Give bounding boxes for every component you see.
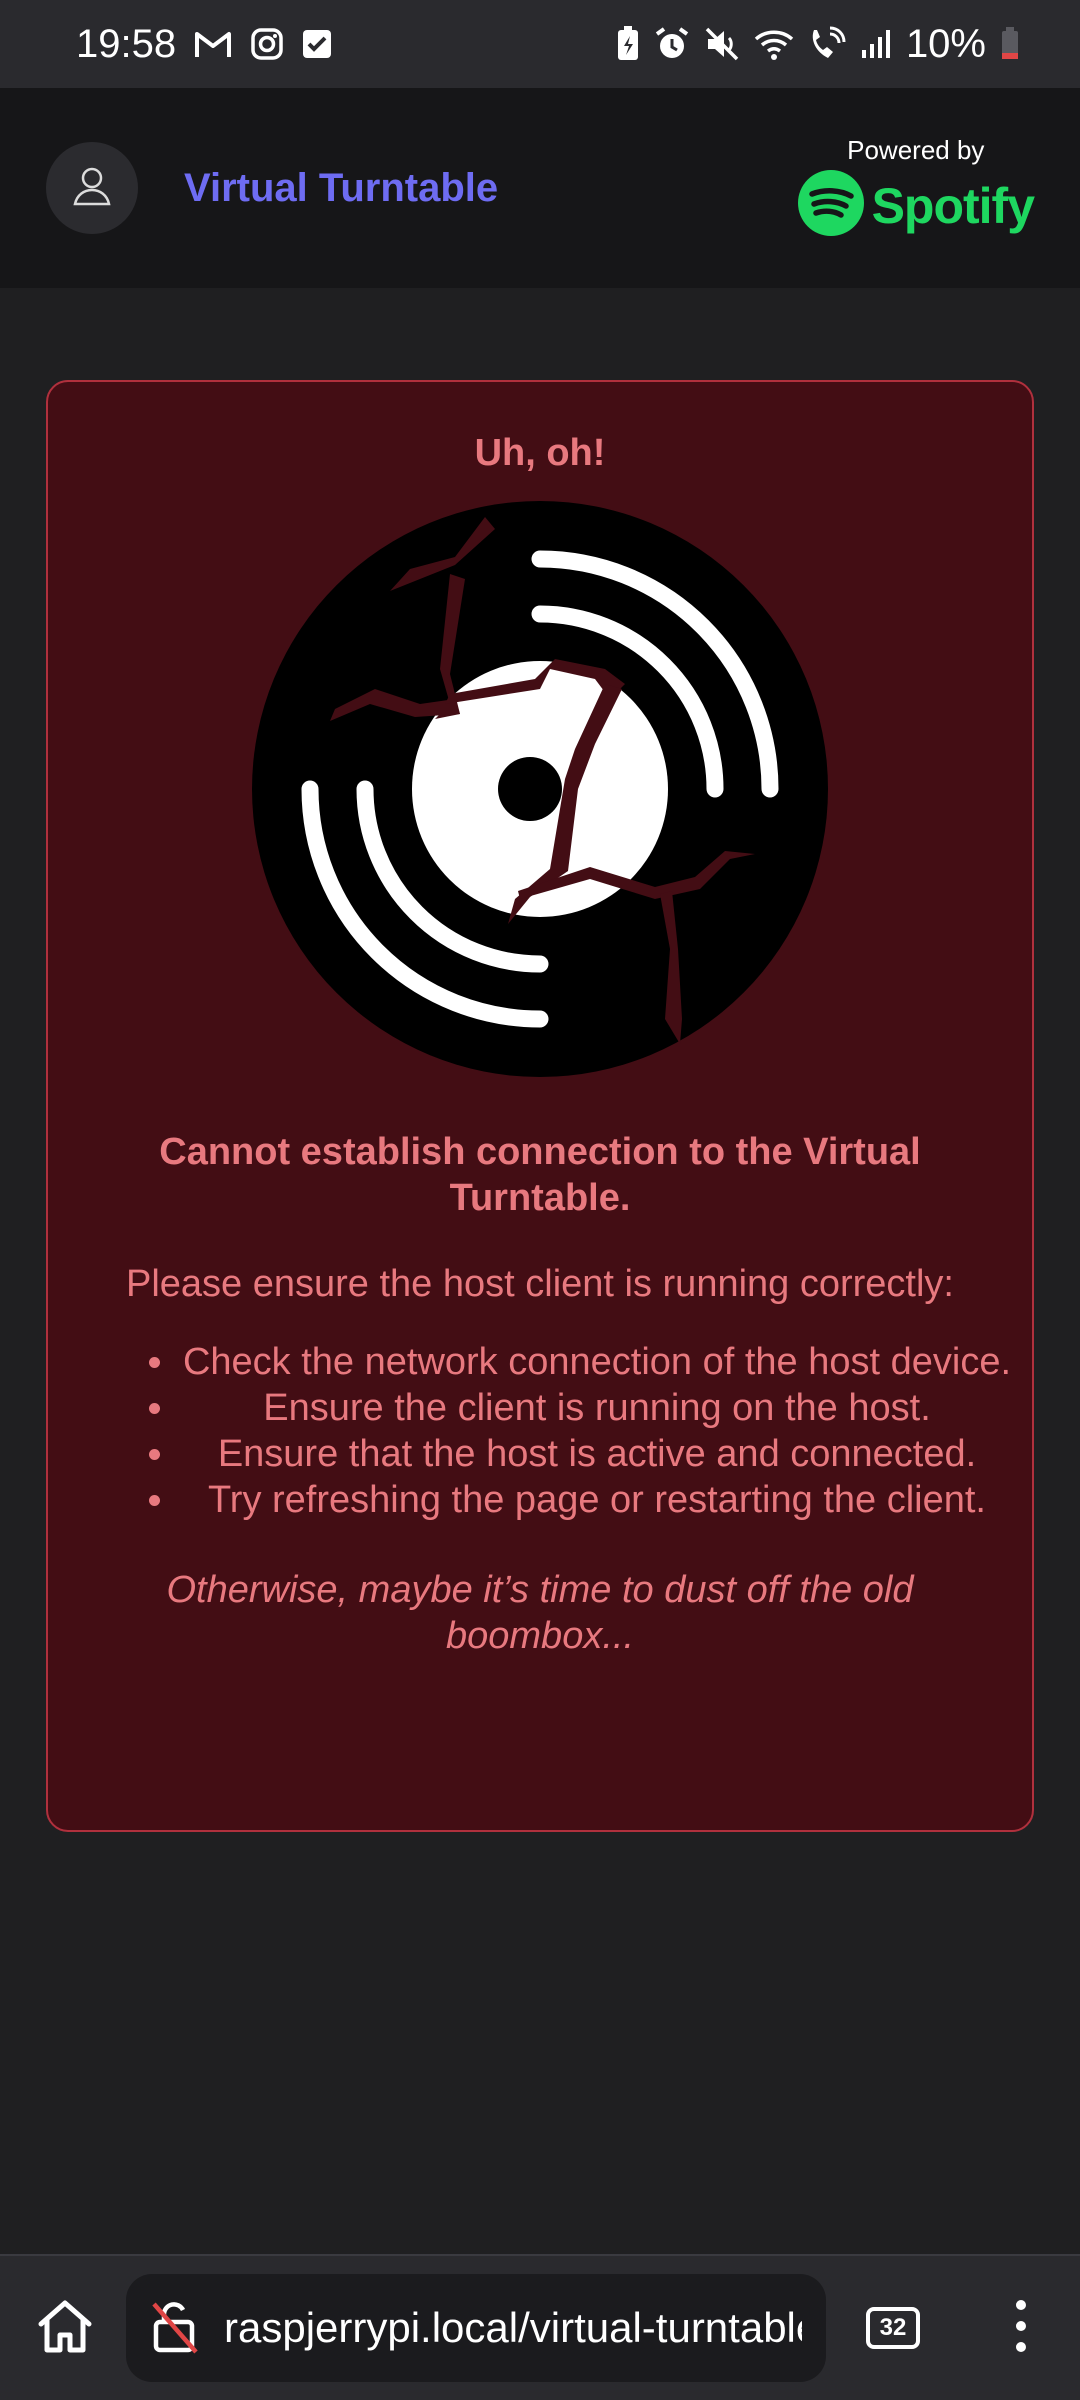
browser-toolbar: raspjerrypi.local/virtual-turntable 32 <box>0 2254 1080 2400</box>
list-item: Ensure that the host is active and conne… <box>178 1431 1036 1477</box>
spotify-logo: Spotify <box>797 170 1035 241</box>
wifi-icon <box>754 27 794 61</box>
user-avatar-button[interactable] <box>46 142 138 234</box>
error-card: Uh, oh! Cannot establish connection to t… <box>46 380 1034 1832</box>
spotify-wordmark: Spotify <box>871 177 1035 234</box>
kebab-menu-icon <box>1014 2299 1028 2358</box>
battery-saver-icon <box>616 26 640 62</box>
error-heading: Uh, oh! <box>474 432 606 474</box>
alarm-icon <box>654 26 690 62</box>
url-text: raspjerrypi.local/virtual-turntable <box>224 2304 802 2351</box>
tab-switcher-button[interactable]: 32 <box>866 2307 920 2349</box>
list-item: Ensure the client is running on the host… <box>178 1385 1036 1431</box>
battery-percent: 10% <box>905 21 986 66</box>
instagram-icon <box>250 27 284 61</box>
app-header: Virtual Turntable Powered by Spotify <box>0 88 1080 288</box>
broken-record-icon <box>252 501 828 1077</box>
gmail-icon <box>194 29 232 59</box>
home-icon <box>36 2298 94 2359</box>
address-bar[interactable]: raspjerrypi.local/virtual-turntable <box>126 2274 826 2382</box>
spotify-icon <box>797 170 864 241</box>
error-title: Cannot establish connection to the Virtu… <box>159 1131 921 1219</box>
error-footer: Otherwise, maybe it’s time to dust off t… <box>166 1569 914 1657</box>
error-intro: Please ensure the host client is running… <box>126 1263 954 1305</box>
mute-icon <box>704 26 740 62</box>
list-item: Check the network connection of the host… <box>178 1339 1036 1385</box>
wifi-calling-icon <box>808 26 846 62</box>
status-time: 19:58 <box>76 21 177 66</box>
home-button[interactable] <box>30 2293 100 2363</box>
list-item: Try refreshing the page or restarting th… <box>178 1477 1036 1523</box>
more-options-button[interactable] <box>1006 2293 1036 2363</box>
powered-by-label: Powered by <box>847 135 985 165</box>
battery-low-icon <box>1000 27 1020 61</box>
status-bar: 19:58 10% <box>0 0 1080 88</box>
troubleshooting-list: Check the network connection of the host… <box>48 1339 1036 1523</box>
powered-by-spotify: Powered by Spotify <box>797 135 1035 241</box>
app-title: Virtual Turntable <box>184 165 499 210</box>
signal-icon <box>860 28 892 60</box>
tasks-check-icon <box>302 29 332 59</box>
user-icon <box>70 164 114 213</box>
insecure-lock-icon <box>150 2298 200 2359</box>
